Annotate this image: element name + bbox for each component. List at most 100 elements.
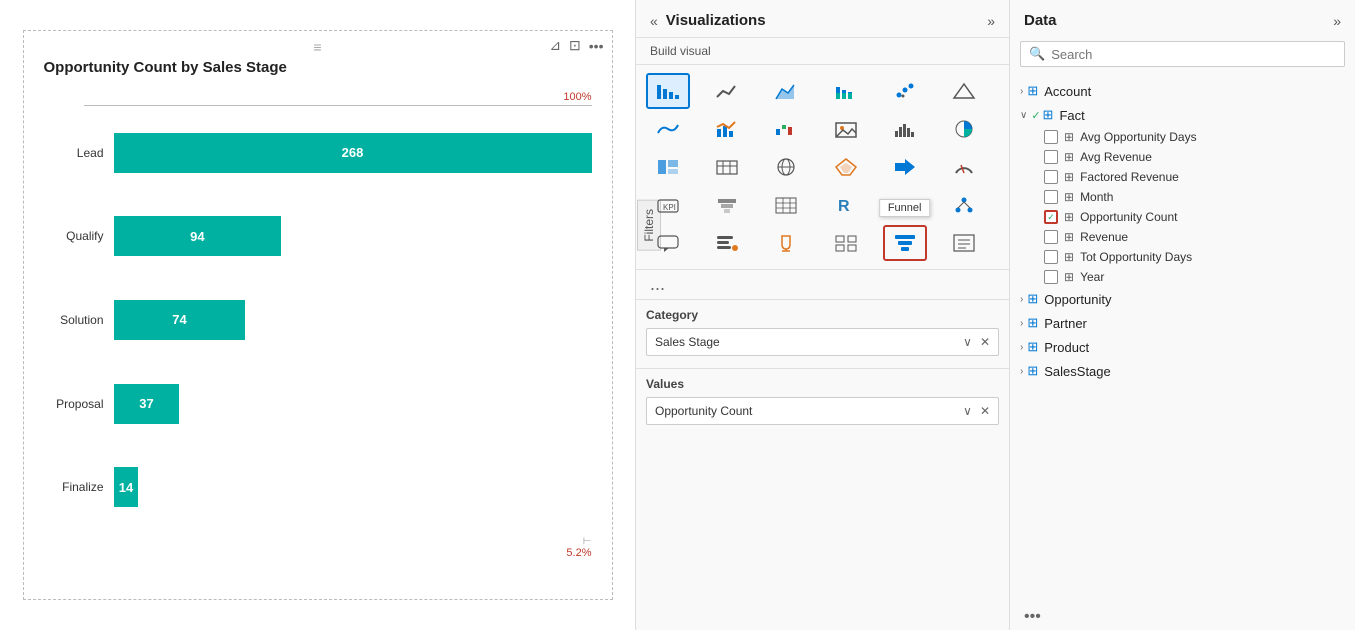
tree-group-header[interactable]: ›⊞SalesStage — [1010, 359, 1355, 383]
values-clear-icon[interactable]: ✕ — [980, 404, 990, 418]
data-expand-icon[interactable]: » — [1333, 13, 1341, 29]
treemap-icon-btn[interactable] — [646, 149, 690, 185]
image-icon-btn[interactable] — [824, 111, 868, 147]
collapse-left-icon[interactable]: « — [650, 13, 658, 29]
tree-item-checkbox[interactable] — [1044, 190, 1058, 204]
funnel-bar[interactable]: 268 — [114, 133, 592, 173]
tree-group: ›⊞Opportunity — [1010, 287, 1355, 311]
viz-more-dots[interactable]: ... — [636, 270, 1009, 299]
tree-item-name: Revenue — [1080, 230, 1128, 244]
build-visual-label: Build visual — [636, 38, 1009, 65]
chart-title: Opportunity Count by Sales Stage — [44, 59, 287, 76]
more-icon[interactable]: ••• — [589, 38, 604, 54]
scatter-icon-btn[interactable] — [883, 73, 927, 109]
tree-group-name: Product — [1044, 340, 1089, 355]
tree-group-header[interactable]: ›⊞Account — [1010, 79, 1355, 103]
trophy-icon-btn[interactable] — [764, 225, 808, 261]
chart-container: ≡ ⊿ ⊡ ••• Opportunity Count by Sales Sta… — [23, 30, 613, 600]
category-field-controls: ∨ ✕ — [963, 335, 990, 349]
filter-icon[interactable]: ⊿ — [549, 37, 561, 54]
funnel-row: Solution74 — [44, 294, 592, 346]
tree-item[interactable]: ⊞Avg Revenue — [1030, 147, 1355, 167]
tree-item[interactable]: ⊞Year — [1030, 267, 1355, 287]
category-chevron-icon[interactable]: ∨ — [963, 335, 972, 349]
histogram-icon-btn[interactable] — [883, 111, 927, 147]
azure-map-icon-btn[interactable] — [824, 149, 868, 185]
card-icon-btn[interactable]: KPI — [646, 187, 690, 223]
tree-item-checkbox[interactable] — [1044, 130, 1058, 144]
tree-item[interactable]: ⊞Month — [1030, 187, 1355, 207]
tree-item-checkbox[interactable] — [1044, 150, 1058, 164]
search-input[interactable] — [1051, 47, 1336, 62]
tree-group-header[interactable]: ∨✓⊞Fact — [1010, 103, 1355, 127]
values-label: Values — [646, 377, 999, 391]
tree-item-name: Year — [1080, 270, 1104, 284]
mountain-icon-btn[interactable] — [942, 73, 986, 109]
tree-item-calc-icon: ⊞ — [1064, 210, 1074, 224]
tree-group-header[interactable]: ›⊞Opportunity — [1010, 287, 1355, 311]
smart-narrative-icon-btn[interactable] — [705, 225, 749, 261]
tree-item[interactable]: ⊞Tot Opportunity Days — [1030, 247, 1355, 267]
tree-item-checkbox[interactable] — [1044, 170, 1058, 184]
tree-item[interactable]: ⊞ Revenue — [1030, 227, 1355, 247]
funnel-bar[interactable]: 14 — [114, 467, 139, 507]
decomp-tree-icon-btn[interactable] — [942, 187, 986, 223]
tree-group: ›⊞Product — [1010, 335, 1355, 359]
paginated-icon-btn[interactable] — [942, 225, 986, 261]
arrow-icon-btn[interactable] — [883, 149, 927, 185]
tree-group-header[interactable]: ›⊞Product — [1010, 335, 1355, 359]
stacked-bar-icon-btn[interactable] — [824, 73, 868, 109]
funnel-bar-label: Qualify — [44, 229, 114, 243]
data-panel-more[interactable]: ••• — [1010, 604, 1355, 630]
values-field-controls: ∨ ✕ — [963, 404, 990, 418]
category-label: Category — [646, 308, 999, 322]
funnel-tooltip: Funnel — [879, 199, 931, 217]
table-icon-btn[interactable] — [705, 149, 749, 185]
funnel-bar[interactable]: 94 — [114, 216, 282, 256]
tree-item-calc-icon: ⊞ — [1064, 150, 1074, 164]
tree-item[interactable]: ⊞Factored Revenue — [1030, 167, 1355, 187]
category-clear-icon[interactable]: ✕ — [980, 335, 990, 349]
chart-panel: ≡ ⊿ ⊡ ••• Opportunity Count by Sales Sta… — [0, 0, 635, 630]
small-multiples-icon-btn[interactable] — [824, 225, 868, 261]
expand-icon[interactable]: ⊡ — [569, 37, 581, 54]
tree-item-checkbox[interactable] — [1044, 230, 1058, 244]
values-value: Opportunity Count — [655, 404, 752, 418]
funnel-row: Qualify94 — [44, 210, 592, 262]
pie-icon-btn[interactable] — [942, 111, 986, 147]
pyramid-icon-btn[interactable] — [705, 187, 749, 223]
tree-item[interactable]: ✓⊞Opportunity Count — [1030, 207, 1355, 227]
tree-item-name: Month — [1080, 190, 1113, 204]
drag-handle: ≡ — [313, 39, 321, 55]
chart-body: 100% Lead268Qualify94Solution74Proposal3… — [44, 91, 592, 559]
globe-icon-btn[interactable] — [764, 149, 808, 185]
chat-icon-btn[interactable] — [646, 225, 690, 261]
viz-category-section: Category Sales Stage ∨ ✕ — [636, 299, 1009, 368]
tree-item-calc-icon: ⊞ — [1064, 230, 1074, 244]
funnel-row: Finalize14 — [44, 461, 592, 513]
funnel-row: Lead268 — [44, 127, 592, 179]
gauge-icon-btn[interactable] — [942, 149, 986, 185]
combo-icon-btn[interactable] — [705, 111, 749, 147]
funnel-chart-icon-btn[interactable]: Funnel — [883, 225, 927, 261]
tree-item-checkbox[interactable] — [1044, 270, 1058, 284]
r-script-icon-btn[interactable]: R — [824, 187, 868, 223]
wave-chart-icon-btn[interactable] — [646, 111, 690, 147]
tree-group-name: SalesStage — [1044, 364, 1111, 379]
funnel-bar[interactable]: 37 — [114, 384, 180, 424]
tree-group-header[interactable]: ›⊞Partner — [1010, 311, 1355, 335]
line-chart-icon-btn[interactable] — [705, 73, 749, 109]
tree-item-checkbox[interactable]: ✓ — [1044, 210, 1058, 224]
tree-group: ›⊞Partner — [1010, 311, 1355, 335]
bar-chart-icon-btn[interactable] — [646, 73, 690, 109]
funnel-bar-wrap: 268 — [114, 133, 592, 173]
area-chart-icon-btn[interactable] — [764, 73, 808, 109]
funnel-bar[interactable]: 74 — [114, 300, 246, 340]
matrix-icon-btn[interactable] — [764, 187, 808, 223]
tree-item-checkbox[interactable] — [1044, 250, 1058, 264]
tree-table-icon: ⊞ — [1043, 107, 1054, 123]
waterfall-icon-btn[interactable] — [764, 111, 808, 147]
expand-right-icon[interactable]: » — [987, 13, 995, 29]
values-chevron-icon[interactable]: ∨ — [963, 404, 972, 418]
tree-item[interactable]: ⊞Avg Opportunity Days — [1030, 127, 1355, 147]
